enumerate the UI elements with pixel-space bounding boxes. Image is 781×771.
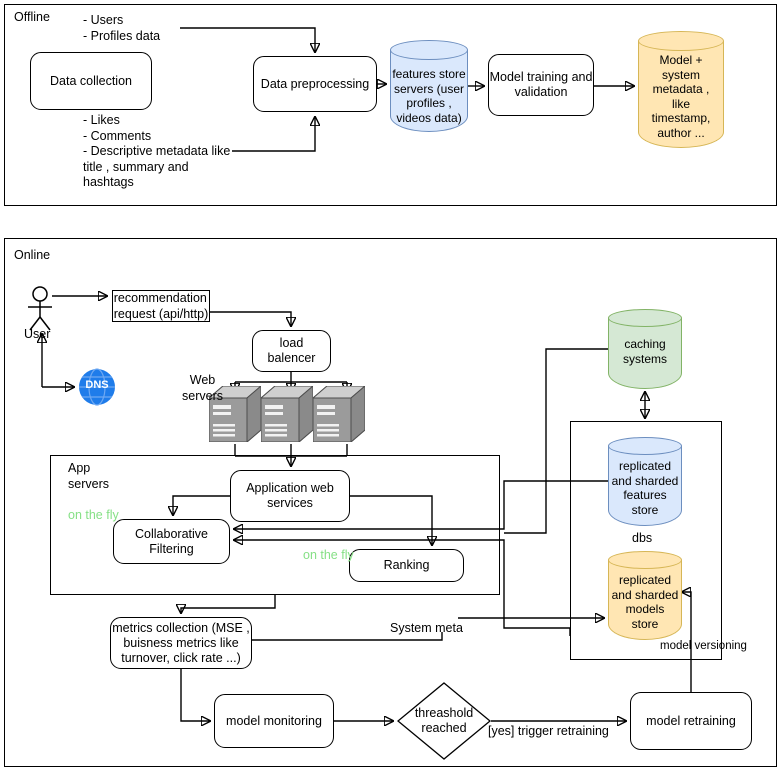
dns-node[interactable]: DNS <box>78 368 116 406</box>
node-data-collection[interactable]: Data collection <box>30 52 152 110</box>
cylinder-top <box>608 437 682 455</box>
node-collaborative-filtering-label: Collaborative Filtering <box>135 526 208 556</box>
edge-label-system-meta: System meta <box>390 621 463 635</box>
node-online-features-store-label: replicated and sharded features store <box>611 459 679 517</box>
node-caching-systems-label: caching systems <box>622 337 667 366</box>
diagram-canvas: Offline - Users - Profiles data - Likes … <box>0 0 781 771</box>
node-threshold-reached[interactable]: threashold reached <box>397 682 491 760</box>
edge-label-model-versioning: model versioning <box>660 640 747 652</box>
cylinder-top <box>638 31 724 51</box>
dbs-label: dbs <box>632 531 653 545</box>
offline-note-top: - Users - Profiles data <box>83 13 161 43</box>
node-collaborative-filtering[interactable]: Collaborative Filtering <box>113 519 230 564</box>
node-model-retraining-label: model retraining <box>646 713 736 728</box>
node-metrics-collection[interactable]: metrics collection (MSE , buisness metri… <box>110 617 252 669</box>
node-online-features-store[interactable]: replicated and sharded features store <box>608 437 682 526</box>
node-model-monitoring-label: model monitoring <box>226 713 322 728</box>
node-model-training[interactable]: Model training and validation <box>488 54 594 116</box>
node-model-retraining[interactable]: model retraining <box>630 692 752 750</box>
user-actor-label: User <box>24 327 51 341</box>
web-servers-label: Web servers <box>182 373 223 403</box>
node-ranking[interactable]: Ranking <box>349 549 464 582</box>
cylinder-top <box>608 551 682 569</box>
offline-section-label: Offline <box>14 10 50 24</box>
node-application-web-services[interactable]: Application web services <box>230 470 350 522</box>
user-actor-icon <box>22 286 62 332</box>
node-caching-systems[interactable]: caching systems <box>608 309 682 389</box>
node-online-models-store[interactable]: replicated and sharded models store <box>608 551 682 640</box>
cylinder-top <box>608 309 682 327</box>
node-load-balancer-label: load balencer <box>267 336 316 365</box>
web-server-icon-3 <box>311 384 367 444</box>
offline-note-bottom: - Likes - Comments - Descriptive metadat… <box>83 113 231 189</box>
node-ranking-label: Ranking <box>383 558 430 572</box>
node-metrics-collection-label: metrics collection (MSE , buisness metri… <box>112 620 250 665</box>
node-model-metadata-store-label: Model + system metadata , like timestamp… <box>651 53 711 140</box>
app-servers-label: App servers <box>68 461 109 491</box>
node-data-preprocessing-label: Data preprocessing <box>260 76 370 91</box>
dns-node-label: DNS <box>85 379 109 391</box>
cylinder-top <box>390 40 468 60</box>
node-load-balancer[interactable]: load balencer <box>252 330 331 372</box>
node-online-models-store-label: replicated and sharded models store <box>611 573 679 631</box>
edge-label-on-the-fly-left: on the fly <box>68 508 119 522</box>
node-data-collection-label: Data collection <box>50 73 132 88</box>
node-model-monitoring[interactable]: model monitoring <box>214 694 334 748</box>
node-data-preprocessing[interactable]: Data preprocessing <box>253 56 377 112</box>
node-threshold-reached-label: threashold reached <box>414 706 474 735</box>
online-section-label: Online <box>14 248 51 262</box>
edge-label-on-the-fly-right: on the fly <box>303 548 354 562</box>
node-offline-features-store-label: features store servers (user profiles , … <box>392 67 466 125</box>
node-recommendation-request[interactable]: recommendation request (api/http) <box>112 290 210 322</box>
edge-label-trigger-retraining: [yes] trigger retraining <box>488 724 609 738</box>
node-application-web-services-label: Application web services <box>246 481 334 510</box>
node-model-training-label: Model training and validation <box>489 70 593 99</box>
node-offline-features-store[interactable]: features store servers (user profiles , … <box>390 40 468 132</box>
node-recommendation-request-label: recommendation request (api/http) <box>113 291 209 321</box>
web-server-icon-2 <box>259 384 315 444</box>
node-model-metadata-store[interactable]: Model + system metadata , like timestamp… <box>638 31 724 148</box>
